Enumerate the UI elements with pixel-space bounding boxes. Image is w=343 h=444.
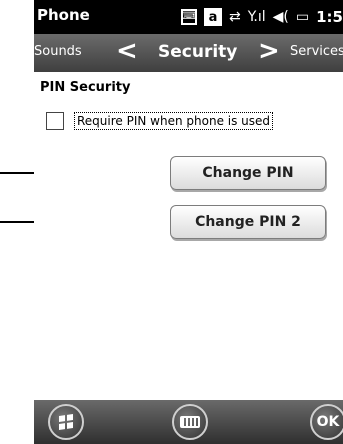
ok-button[interactable]: OK [310, 404, 343, 440]
a-input-icon[interactable]: a [203, 8, 222, 26]
data-arrows-icon[interactable]: ⇄ [229, 9, 241, 25]
tab-services[interactable]: Services [290, 44, 343, 59]
section-title: PIN Security [40, 80, 131, 95]
status-bar: Phone ⌨ a ⇄ Y.ıl ◀( ▭ 1:5 [34, 0, 343, 34]
chevron-right-icon[interactable]: > [258, 36, 280, 66]
tab-security: Security [158, 42, 238, 62]
signal-icon[interactable]: Y.ıl [248, 9, 266, 25]
phone-screen: Phone ⌨ a ⇄ Y.ıl ◀( ▭ 1:5 Sounds < Secur… [34, 0, 343, 444]
tab-header: Sounds < Security > Services [34, 34, 343, 72]
keyboard-status-icon[interactable]: ⌨ [180, 9, 197, 25]
chevron-left-icon[interactable]: < [116, 36, 138, 66]
tab-sounds[interactable]: Sounds [34, 44, 82, 59]
softkey-bar: OK [34, 400, 343, 444]
keyboard-icon [180, 416, 200, 428]
windows-icon [59, 414, 73, 430]
clock[interactable]: 1:5 [316, 8, 343, 26]
battery-icon[interactable]: ▭ [296, 9, 309, 25]
app-title: Phone [37, 6, 90, 24]
require-pin-row[interactable]: Require PIN when phone is used [46, 112, 274, 130]
require-pin-checkbox[interactable] [46, 112, 64, 130]
status-icons: ⌨ a ⇄ Y.ıl ◀( ▭ 1:5 [180, 4, 343, 30]
require-pin-label[interactable]: Require PIN when phone is used [74, 112, 274, 130]
volume-icon[interactable]: ◀( [273, 9, 289, 25]
keyboard-button[interactable] [172, 404, 208, 440]
start-button[interactable] [48, 404, 84, 440]
change-pin-button[interactable]: Change PIN [170, 156, 326, 190]
change-pin2-button[interactable]: Change PIN 2 [170, 205, 326, 239]
